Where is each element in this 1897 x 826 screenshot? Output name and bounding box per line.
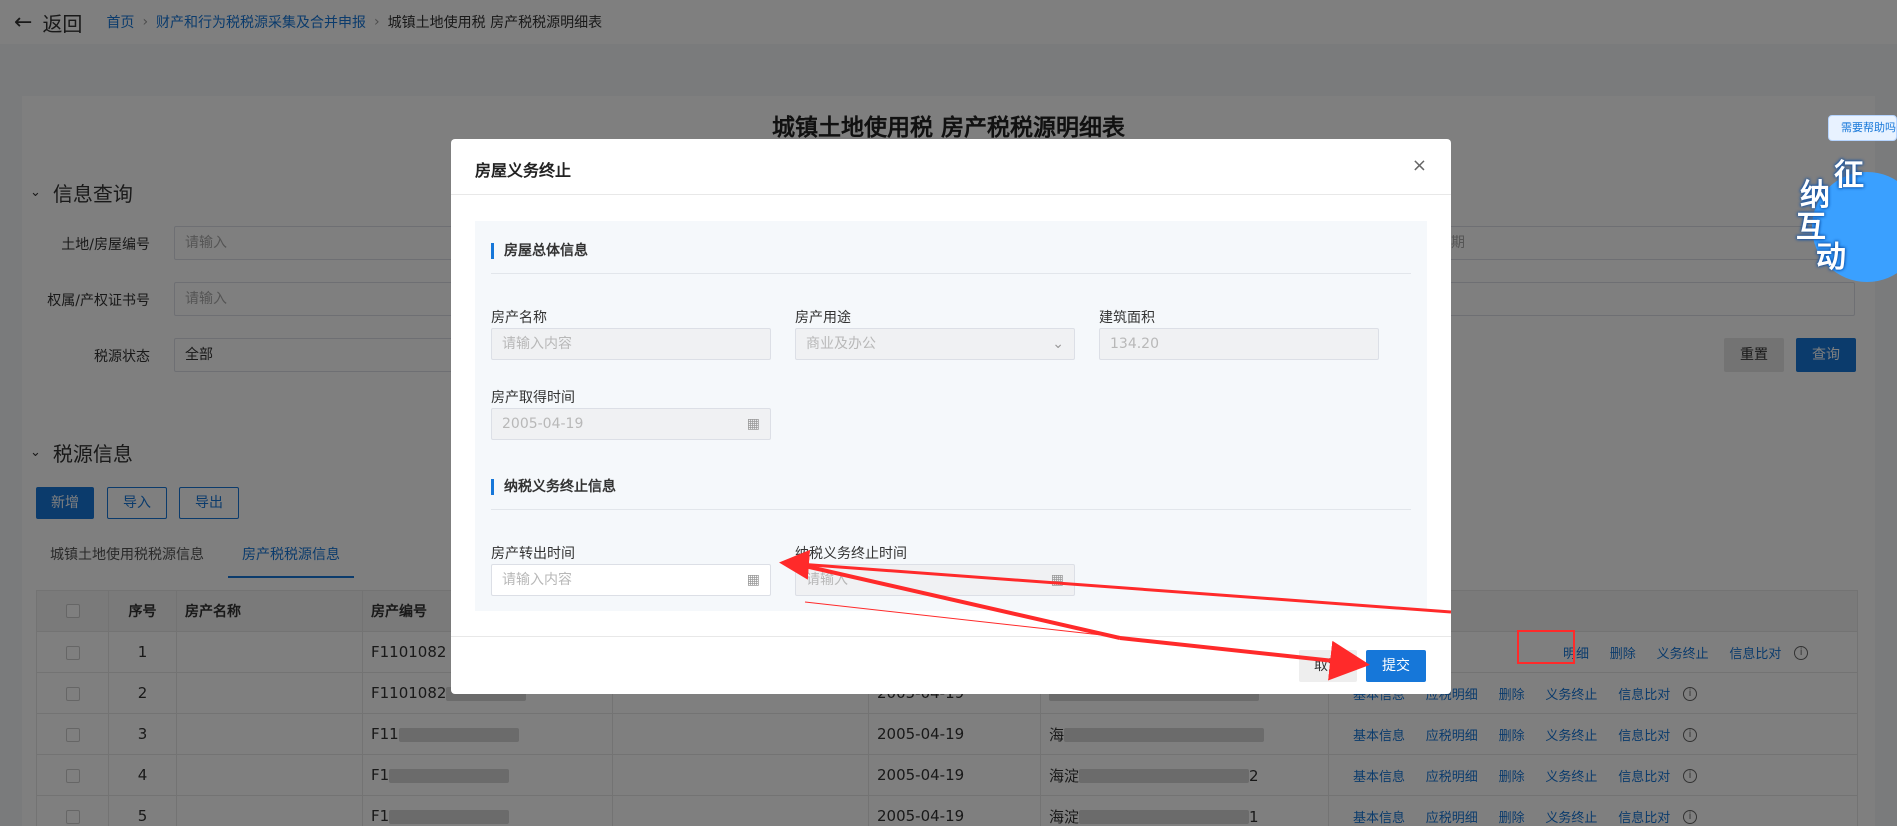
terminate-dialog: 房屋义务终止 × 房屋总体信息 房产名称 请输入内容 房产用途 商业及办公 ⌄ … — [451, 139, 1451, 694]
area-label: 建筑面积 — [1099, 310, 1155, 326]
mascot-char: 动 — [1816, 240, 1846, 275]
acquire-date-label: 房产取得时间 — [491, 390, 575, 406]
acquire-date-value: 2005-04-19 — [502, 416, 584, 432]
transfer-date-placeholder: 请输入内容 — [502, 572, 572, 588]
dialog-body: 房屋总体信息 房产名称 请输入内容 房产用途 商业及办公 ⌄ 建筑面积 134.… — [475, 221, 1427, 611]
cancel-button[interactable]: 取消 — [1299, 650, 1357, 682]
end-date-label: 纳税义务终止时间 — [795, 546, 907, 562]
section-overall-info: 房屋总体信息 — [491, 243, 588, 259]
property-name-input[interactable]: 请输入内容 — [491, 328, 771, 360]
chevron-down-icon: ⌄ — [1052, 336, 1064, 352]
calendar-icon: ▦ — [746, 572, 760, 588]
property-use-select[interactable]: 商业及办公 ⌄ — [795, 328, 1075, 360]
mascot-char: 征 — [1834, 158, 1864, 193]
area-input[interactable]: 134.20 — [1099, 328, 1379, 360]
calendar-icon: ▦ — [1050, 572, 1064, 588]
transfer-date-label: 房产转出时间 — [491, 546, 575, 562]
property-use-value: 商业及办公 — [806, 336, 876, 352]
section-termination-info: 纳税义务终止信息 — [491, 479, 616, 495]
property-use-label: 房产用途 — [795, 310, 851, 326]
help-mascot[interactable]: 征 纳 互 动 — [1790, 150, 1897, 282]
submit-button[interactable]: 提交 — [1366, 650, 1426, 682]
divider — [491, 509, 1411, 510]
calendar-icon: ▦ — [746, 416, 760, 432]
close-icon[interactable]: × — [1412, 155, 1427, 176]
property-name-label: 房产名称 — [491, 310, 547, 326]
divider — [491, 273, 1411, 274]
dialog-footer-divider — [451, 636, 1451, 637]
help-badge[interactable]: 需要帮助吗 — [1828, 115, 1897, 141]
annotation-highlight-box — [1517, 630, 1575, 664]
dialog-title: 房屋义务终止 — [475, 161, 572, 180]
end-date-input[interactable]: 请输入 ▦ — [795, 564, 1075, 596]
end-date-placeholder: 请输入 — [806, 572, 848, 588]
transfer-date-input[interactable]: 请输入内容 ▦ — [491, 564, 771, 596]
dialog-header: 房屋义务终止 × — [451, 139, 1451, 195]
acquire-date-input[interactable]: 2005-04-19 ▦ — [491, 408, 771, 440]
